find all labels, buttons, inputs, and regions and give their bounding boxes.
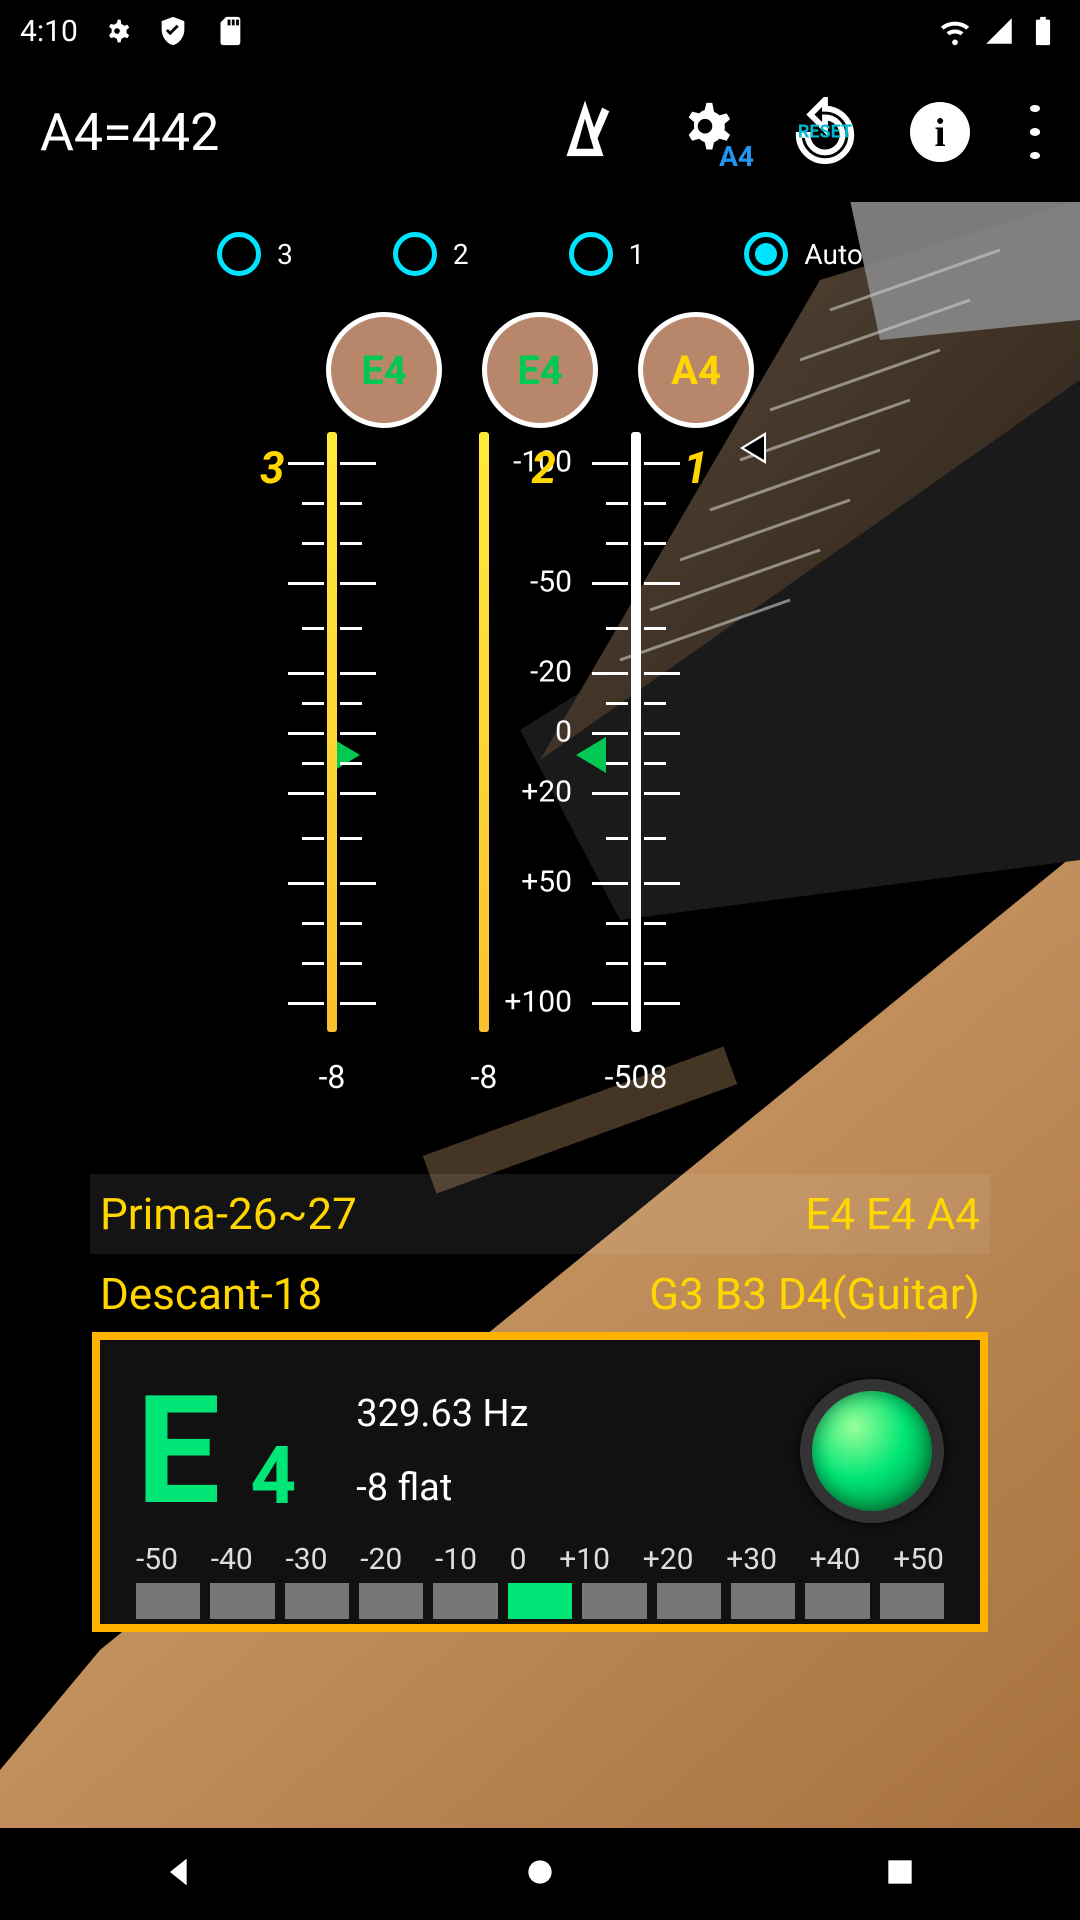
main-area: 3 2 1 Auto E4 E4 A4 -100 -50 [0,202,1080,1828]
a4-sub-label: A4 [719,140,754,173]
info-icon[interactable]: i [910,102,970,162]
gauge-string-2: 2 -8 [462,432,506,1052]
more-icon[interactable] [1020,97,1050,167]
reset-sub-label: RESET [798,122,852,143]
string-radio-2[interactable]: 2 [393,232,469,276]
pegs-row: E4 E4 A4 [0,312,1080,428]
detected-frequency: 329.63 Hz [356,1392,528,1436]
reference-pitch[interactable]: A4=442 [40,102,219,163]
radio-icon [744,232,788,276]
string-radio-auto[interactable]: Auto [744,232,862,276]
tuner-display: E 4 329.63 Hz -8 flat -50 -40 -30 -20 -1… [92,1332,988,1632]
signal-icon [982,14,1016,48]
tuner-led-icon [800,1379,944,1523]
shield-icon [156,14,190,48]
nav-back-icon[interactable] [160,1852,200,1896]
peg-string-3[interactable]: E4 [326,312,442,428]
system-nav-bar [0,1828,1080,1920]
detected-cents: -8 flat [356,1466,528,1510]
detected-note-letter: E [136,1376,220,1526]
app-bar: A4=442 A4 RESET i [0,62,1080,202]
cent-bar [136,1583,944,1619]
tuning-presets: Prima-26~27 E4 E4 A4 Descant-18 G3 B3 D4… [90,1174,990,1334]
peg-string-2[interactable]: E4 [482,312,598,428]
nav-home-icon[interactable] [520,1852,560,1896]
string-radio-3[interactable]: 3 [217,232,293,276]
detected-note-octave: 4 [250,1429,296,1523]
radio-icon [393,232,437,276]
tuning-gauges: 3 -8 2 -8 [310,432,658,1052]
string-selector: 3 2 1 Auto [0,232,1080,276]
string-radio-1[interactable]: 1 [569,232,645,276]
gauge-cents-1: -508 [605,1058,668,1096]
radio-icon [569,232,613,276]
pointer-outline-icon [740,432,766,464]
metronome-icon[interactable] [550,97,620,167]
status-bar: 4:10 [0,0,1080,62]
battery-icon [1026,14,1060,48]
tuning-prima[interactable]: Prima-26~27 E4 E4 A4 [90,1174,990,1254]
settings-icon [100,14,134,48]
gauge-cents-3: -8 [319,1058,346,1096]
tuning-descant[interactable]: Descant-18 G3 B3 D4(Guitar) [90,1254,990,1334]
peg-string-1[interactable]: A4 [638,312,754,428]
a4-settings-icon[interactable]: A4 [670,97,740,167]
wifi-icon [938,14,972,48]
sd-card-icon [212,14,246,48]
status-time: 4:10 [20,14,78,49]
cent-labels: -50 -40 -30 -20 -10 0 +10 +20 +30 +40 +5… [136,1542,944,1577]
nav-recent-icon[interactable] [880,1852,920,1896]
reset-icon[interactable]: RESET [790,97,860,167]
gauge-cents-2: -8 [471,1058,498,1096]
gauge-string-1: 1 -508 [614,432,658,1052]
gauge-string-3: 3 -8 [310,432,354,1052]
radio-icon [217,232,261,276]
